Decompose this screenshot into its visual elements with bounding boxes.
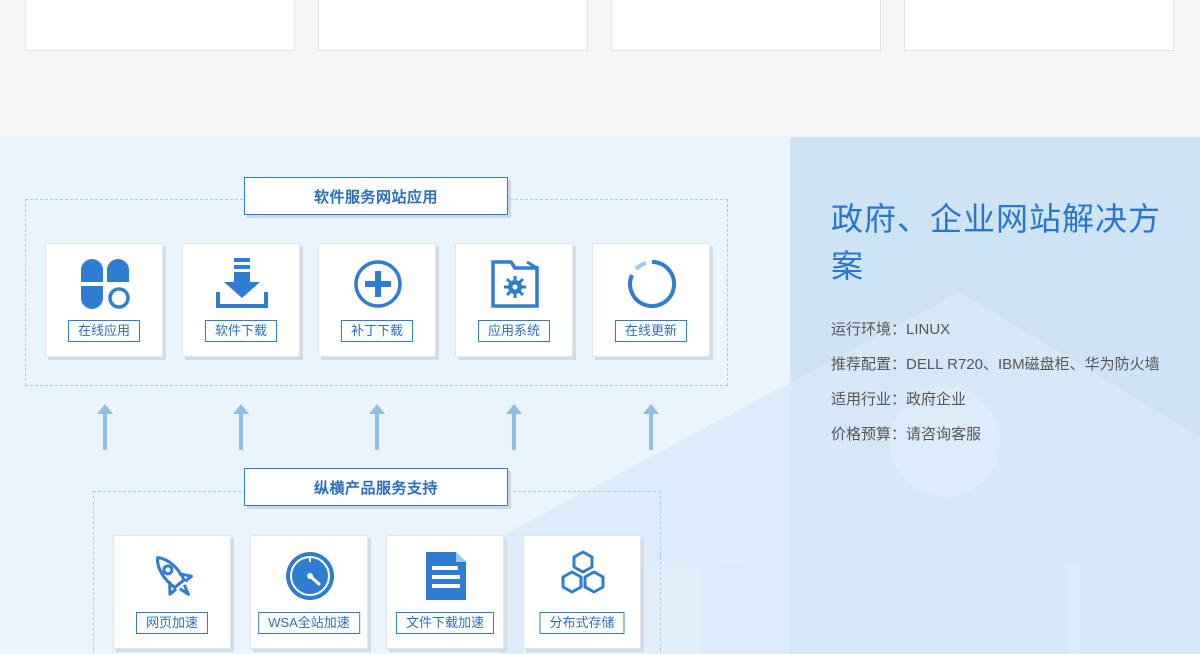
refresh-ring-icon [622,254,682,314]
top-card[interactable] [318,0,588,51]
clover-icon [75,254,135,314]
info-runtime: 运行环境：LINUX [831,321,951,338]
up-arrow-icon [233,404,249,450]
hexagons-icon [553,546,613,606]
tile-application-system[interactable]: 应用系统 [455,243,573,357]
tile-web-acceleration[interactable]: 网页加速 [113,535,231,649]
document-icon [416,546,476,606]
info-recommended-config: 推荐配置：DELL R720、IBM磁盘柜、华为防火墙 [831,356,1160,373]
rocket-icon [143,546,203,606]
tile-label: 在线更新 [614,320,688,342]
download-icon [212,254,272,314]
tile-file-download-acceleration[interactable]: 文件下载加速 [386,535,504,649]
tile-online-app[interactable]: 在线应用 [45,243,163,357]
tile-distributed-storage[interactable]: 分布式存储 [523,535,641,649]
info-budget: 价格预算：请咨询客服 [831,426,982,443]
tile-label: 文件下载加速 [395,612,495,634]
tile-patch-download[interactable]: 补丁下载 [318,243,436,357]
info-industry: 适用行业：政府企业 [831,391,967,408]
top-card[interactable] [25,0,295,51]
up-arrow-icon [369,404,385,450]
tile-label: WSA全站加速 [258,612,360,634]
speedometer-icon [280,546,340,606]
up-arrow-icon [643,404,659,450]
tile-online-update[interactable]: 在线更新 [592,243,710,357]
top-strip [0,0,1200,137]
solution-title: 政府、企业网站解决方案 [831,201,1162,284]
tile-label: 应用系统 [477,320,551,342]
plus-circle-icon [348,254,408,314]
tile-software-download[interactable]: 软件下载 [182,243,300,357]
up-arrow-icon [506,404,522,450]
tile-label: 补丁下载 [340,320,414,342]
top-card[interactable] [611,0,881,51]
tile-label: 分布式存储 [539,612,625,634]
support-group-title: 纵横产品服务支持 [244,468,508,506]
tile-wsa-acceleration[interactable]: WSA全站加速 [250,535,368,649]
software-group-title: 软件服务网站应用 [244,177,508,215]
top-card[interactable] [904,0,1174,51]
tile-label: 网页加速 [135,612,209,634]
tile-label: 软件下载 [204,320,278,342]
folder-gear-icon [485,254,545,314]
up-arrow-icon [97,404,113,450]
tile-label: 在线应用 [67,320,141,342]
